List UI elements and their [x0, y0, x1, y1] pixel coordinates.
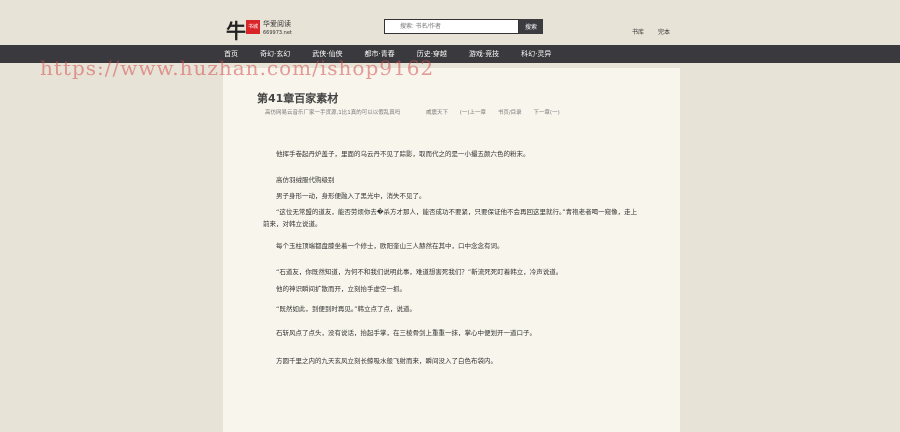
nav-fantasy[interactable]: 奇幻·玄幻 [260, 45, 290, 63]
paragraph: 他的神识瞬间扩散而开，立刻抬手虚空一抓。 [276, 285, 406, 293]
nav-wuxia[interactable]: 武侠·仙侠 [312, 45, 342, 63]
nav-history[interactable]: 历史·穿越 [417, 45, 447, 63]
library-link[interactable]: 书库 [632, 29, 644, 36]
prev-chapter-link[interactable]: (一)上一章 [460, 110, 486, 116]
header-links: 书库 完本 [632, 27, 682, 36]
chapter-panel: 第41章百家素材 高仿网易云音乐厂家一手货源,1比1真的可以以假乱真吗 威震天下… [223, 68, 680, 432]
logo-text: 华爱阅读 [263, 20, 291, 28]
logo-url: 669973.net [263, 30, 292, 36]
nav-scifi[interactable]: 科幻·灵异 [521, 45, 551, 63]
paragraph: 方圆千里之内的九天玄风立刻长鲸吸水般飞射而来，瞬间没入了白色布袋内。 [276, 357, 497, 365]
logo-badge: 书城 [246, 20, 260, 34]
nav-urban[interactable]: 都市·青春 [364, 45, 394, 63]
main-nav: 首页 奇幻·玄幻 武侠·仙侠 都市·青春 历史·穿越 游戏·竞技 科幻·灵异 [0, 45, 900, 63]
paragraph: 他挥手卷起丹炉盖子，里面的乌云丹不见了踪影，取而代之的是一小撮五颜六色的粉末。 [276, 150, 530, 158]
paragraph: 石斩风点了点头，没有说话，抬起手掌，在三棱骨剑上重重一抹，掌心中便划开一道口子。 [276, 329, 536, 337]
paragraph: 高仿羽绒服代购级别 [276, 176, 335, 184]
next-chapter-link[interactable]: 下一章(一) [533, 110, 559, 116]
nav-home[interactable]: 首页 [224, 45, 238, 63]
completed-link[interactable]: 完本 [658, 29, 670, 36]
logo-mark: 牛 [226, 19, 246, 43]
ad-link[interactable]: 高仿网易云音乐厂家一手货源,1比1真的可以以假乱真吗 [265, 110, 400, 116]
book-link[interactable]: 威震天下 [426, 110, 448, 116]
paragraph: “石道友，你既然知道，为何不和我们说明此事，难道想害死我们？”靳流死死盯着韩立，… [276, 268, 563, 276]
search-bar: 搜索 [384, 19, 543, 34]
site-logo[interactable]: 牛 书城 华爱阅读 669973.net [226, 15, 306, 43]
paragraph: 每个玉柱顶端都盘膝坐着一个修士，欧阳奎山三人赫然在其中，口中念念有词。 [276, 242, 504, 250]
chapter-toolbar: 高仿网易云音乐厂家一手货源,1比1真的可以以假乱真吗 威震天下 (一)上一章 书… [265, 108, 570, 116]
toc-link[interactable]: 书页/目录 [498, 110, 522, 116]
header: 牛 书城 华爱阅读 669973.net 搜索 书库 完本 [0, 0, 900, 45]
nav-games[interactable]: 游戏·竞技 [469, 45, 499, 63]
paragraph: “这位无常盟的道友，能否劳烦你去�杀方才那人，能否成功不要紧，只要保证他不会再回… [263, 208, 638, 228]
paragraph: 男子身形一动，身形便融入了黑光中，消失不见了。 [276, 192, 426, 200]
search-button[interactable]: 搜索 [519, 19, 543, 34]
paragraph: “既然如此，到便到时再见。”韩立点了点，说道。 [276, 305, 416, 313]
search-input[interactable] [384, 19, 519, 34]
chapter-content: 他挥手卷起丹炉盖子，里面的乌云丹不见了踪影，取而代之的是一小撮五颜六色的粉末。 … [263, 148, 643, 377]
chapter-title: 第41章百家素材 [257, 92, 339, 105]
